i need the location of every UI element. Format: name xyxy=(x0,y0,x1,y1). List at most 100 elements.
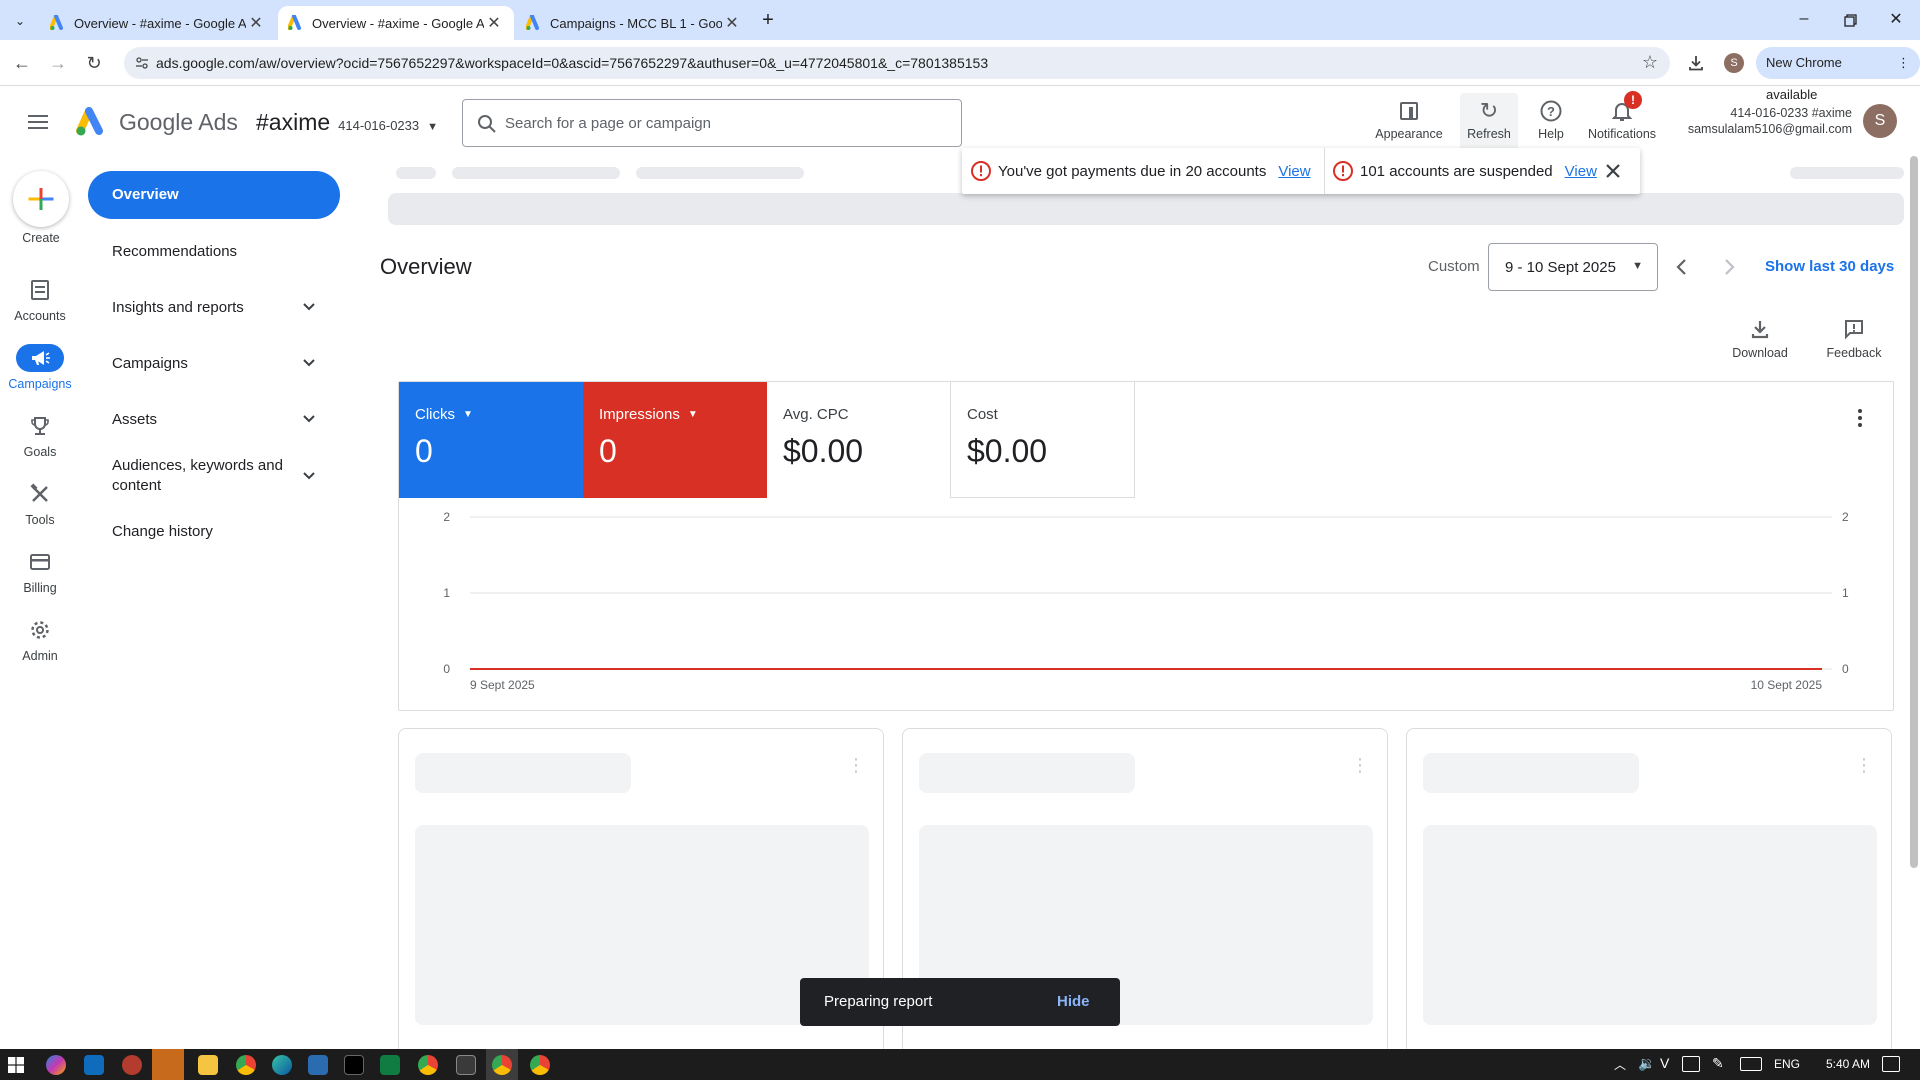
rail-billing[interactable]: Billing xyxy=(0,548,80,595)
clock[interactable]: 5:40 AM xyxy=(1826,1057,1870,1071)
network-icon[interactable] xyxy=(1682,1056,1700,1072)
snackbar-hide-button[interactable]: Hide xyxy=(1057,993,1090,1010)
app-icon[interactable] xyxy=(122,1055,142,1075)
next-period-icon[interactable] xyxy=(1717,255,1741,279)
close-tab-icon[interactable]: ✕ xyxy=(722,13,742,33)
panel-more-options-icon[interactable] xyxy=(1848,406,1872,430)
search-placeholder: Search for a page or campaign xyxy=(505,115,711,132)
language-indicator[interactable]: ENG xyxy=(1774,1057,1800,1071)
browser-tab-3[interactable]: Campaigns - MCC BL 1 - Google Ads ✕ xyxy=(516,6,752,40)
nav-insights-and-reports[interactable]: Insights and reports xyxy=(88,296,340,318)
chrome-icon[interactable] xyxy=(236,1055,256,1075)
excel-icon[interactable] xyxy=(380,1055,400,1075)
metric-value: 0 xyxy=(415,433,433,469)
user-avatar[interactable]: S xyxy=(1863,104,1897,138)
restore-icon[interactable] xyxy=(1838,8,1862,32)
create-button[interactable] xyxy=(13,171,69,227)
remote-desktop-icon[interactable] xyxy=(308,1055,328,1075)
outlook-icon[interactable] xyxy=(84,1055,104,1075)
metric-card-clicks[interactable]: Clicks ▼ 0 xyxy=(399,382,583,498)
page-scrollbar[interactable] xyxy=(1910,156,1918,868)
rail-campaigns[interactable]: Campaigns xyxy=(0,344,80,391)
suspended-view-link[interactable]: View xyxy=(1565,163,1597,180)
windows-start-icon[interactable] xyxy=(8,1057,24,1073)
loading-skeleton xyxy=(1790,167,1904,179)
volume-icon[interactable]: 🔉 xyxy=(1638,1055,1655,1072)
chevron-down-icon xyxy=(302,302,316,312)
loading-card: ⋮ xyxy=(902,728,1388,1080)
metric-card-avg-cpc[interactable]: Avg. CPC $0.00 xyxy=(767,382,951,498)
copilot-icon[interactable] xyxy=(46,1055,66,1075)
more-vert-icon[interactable]: ⋮ xyxy=(1897,47,1910,79)
close-tab-icon[interactable]: ✕ xyxy=(246,13,266,33)
file-explorer-icon[interactable] xyxy=(198,1055,218,1075)
refresh-button[interactable]: ↻ Refresh xyxy=(1460,93,1518,151)
feedback-button[interactable]: Feedback xyxy=(1814,318,1894,360)
chrome-icon[interactable] xyxy=(492,1055,512,1075)
tray-app-icon[interactable]: V xyxy=(1660,1055,1669,1071)
search-input[interactable]: Search for a page or campaign xyxy=(462,99,962,147)
google-ads-logo-icon[interactable] xyxy=(76,107,108,137)
rail-admin[interactable]: Admin xyxy=(0,616,80,663)
nav-campaigns[interactable]: Campaigns xyxy=(88,352,340,374)
browser-tab-1[interactable]: Overview - #axime - Google Ads ✕ xyxy=(40,6,276,40)
appearance-button[interactable]: Appearance xyxy=(1370,93,1448,151)
close-window-icon[interactable]: ✕ xyxy=(1884,8,1908,32)
pen-icon[interactable]: ✎ xyxy=(1712,1055,1724,1072)
notifications-button[interactable]: ! Notifications xyxy=(1582,91,1662,151)
close-banner-icon[interactable] xyxy=(1602,160,1624,182)
tab-search-icon[interactable]: ⌄ xyxy=(8,10,32,32)
billing-card-icon xyxy=(16,548,64,576)
show-last-30-days-link[interactable]: Show last 30 days xyxy=(1765,258,1894,275)
google-ads-favicon-icon xyxy=(50,15,66,31)
hamburger-menu-icon[interactable] xyxy=(28,113,50,131)
snackbar: Preparing report Hide xyxy=(800,978,1120,1026)
metric-card-impressions[interactable]: Impressions ▼ 0 xyxy=(583,382,767,498)
notification-center-icon[interactable] xyxy=(1882,1056,1900,1072)
keyboard-icon[interactable] xyxy=(1740,1057,1762,1071)
help-button[interactable]: ? Help xyxy=(1530,93,1572,151)
metric-card-cost[interactable]: Cost $0.00 xyxy=(951,382,1135,498)
download-button[interactable]: Download xyxy=(1720,318,1800,360)
back-icon[interactable]: ← xyxy=(10,51,34,75)
downloads-icon[interactable] xyxy=(1684,51,1708,75)
chrome-icon[interactable] xyxy=(418,1055,438,1075)
rail-goals[interactable]: Goals xyxy=(0,412,80,459)
nav-recommendations[interactable]: Recommendations xyxy=(88,240,340,262)
bookmark-star-icon[interactable]: ☆ xyxy=(1642,52,1658,73)
reload-icon[interactable]: ↻ xyxy=(82,51,106,75)
browser-tab-strip: ⌄ Overview - #axime - Google Ads ✕ Overv… xyxy=(0,0,1920,40)
performance-line-chart: 2 1 0 2 1 0 9 Sept 2025 10 Sept 2025 xyxy=(443,510,1849,692)
date-range-picker[interactable]: 9 - 10 Sept 2025 ▼ xyxy=(1488,243,1658,291)
forward-icon[interactable]: → xyxy=(46,51,70,75)
terminal-icon[interactable] xyxy=(456,1055,476,1075)
caret-down-icon: ▼ xyxy=(1632,260,1643,272)
nav-audiences-keywords-content[interactable]: Audiences, keywords and content xyxy=(88,455,340,497)
new-tab-icon[interactable]: + xyxy=(756,8,780,32)
rail-tools[interactable]: Tools xyxy=(0,480,80,527)
more-vert-icon: ⋮ xyxy=(1855,755,1873,775)
rail-accounts[interactable]: Accounts xyxy=(0,276,80,323)
browser-tab-2[interactable]: Overview - #axime - Google Ads ✕ xyxy=(278,6,514,40)
nav-change-history[interactable]: Change history xyxy=(88,520,340,542)
close-tab-icon[interactable]: ✕ xyxy=(484,13,504,33)
accounts-icon xyxy=(16,276,64,304)
minimize-icon[interactable]: – xyxy=(1792,10,1816,30)
chrome-icon[interactable] xyxy=(530,1055,550,1075)
nav-assets[interactable]: Assets xyxy=(88,408,340,430)
previous-period-icon[interactable] xyxy=(1670,255,1694,279)
trophy-icon xyxy=(16,412,64,440)
account-selector[interactable]: #axime 414-016-0233 ▼ xyxy=(256,109,438,136)
app-icon[interactable] xyxy=(344,1055,364,1075)
address-bar[interactable]: ads.google.com/aw/overview?ocid=75676522… xyxy=(124,47,1670,79)
tray-chevron-icon[interactable]: ︿ xyxy=(1614,1056,1626,1073)
new-chrome-available-button[interactable]: New Chrome available ⋮ xyxy=(1756,47,1920,102)
edge-icon[interactable] xyxy=(272,1055,292,1075)
user-account-info[interactable]: 414-016-0233 #axime samsulalam5106@gmail… xyxy=(1660,105,1852,137)
x-tick-label: 9 Sept 2025 xyxy=(470,678,535,692)
telegram-icon[interactable] xyxy=(152,1049,184,1080)
nav-overview[interactable]: Overview xyxy=(88,171,340,219)
payments-view-link[interactable]: View xyxy=(1278,163,1310,180)
profile-avatar[interactable]: S xyxy=(1724,53,1744,73)
site-info-icon[interactable] xyxy=(134,55,150,71)
